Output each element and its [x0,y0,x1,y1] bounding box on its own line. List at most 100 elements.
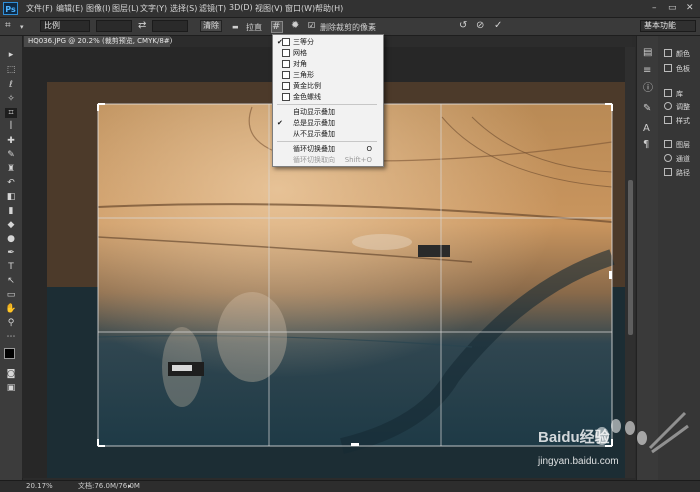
libraries-panel-icon[interactable] [664,89,672,97]
ratio-select[interactable]: 比例 [40,20,90,32]
type-tool-icon[interactable]: T [5,262,17,272]
menu-bar: Ps 文件(F) 编辑(E) 图像(I) 图层(L) 文字(Y) 选择(S) 滤… [0,0,700,18]
zoom-level[interactable]: 20.17% [26,481,53,492]
menu-item-always-show[interactable]: ✔ 总是显示叠加 [273,118,381,128]
menu-help[interactable]: 帮助(H) [315,3,343,14]
color-panel-icon[interactable] [664,49,672,57]
menu-filter[interactable]: 滤镜(T) [199,3,226,14]
menu-item-triangle[interactable]: 三角形 [273,70,381,80]
blur-tool-icon[interactable]: ◆ [5,220,17,230]
stamp-tool-icon[interactable]: ♜ [5,164,17,174]
reset-icon[interactable]: ↺ [459,21,467,31]
delete-cropped-label[interactable]: 删除裁剪的像素 [320,22,376,33]
menu-item-thirds[interactable]: ✔ 三等分 [273,37,381,47]
history-panel-icon[interactable]: ▤ [643,48,652,58]
minimize-icon[interactable]: – [652,3,657,13]
swap-icon[interactable]: ⇄ [138,21,146,31]
magic-wand-icon[interactable]: ✧ [5,94,17,104]
panel-swatches-label[interactable]: 色板 [676,64,690,74]
channels-panel-icon[interactable] [664,154,672,162]
zoom-tool-icon[interactable]: ⚲ [5,318,17,328]
panel-adjustments-label[interactable]: 调整 [676,102,690,112]
menu-edit[interactable]: 编辑(E) [56,3,83,14]
menu-separator [277,141,377,142]
healing-brush-icon[interactable]: ✚ [5,136,17,146]
history-brush-icon[interactable]: ↶ [5,178,17,188]
thirds-icon [282,38,290,46]
styles-panel-icon[interactable] [664,116,672,124]
scrollbar-thumb[interactable] [628,180,633,335]
overlay-options-icon[interactable]: # [271,21,283,33]
panel-layers-label[interactable]: 图层 [676,140,690,150]
status-bar: 20.17% 文档:76.0M/76.0M ▸ [0,480,700,492]
move-tool-icon[interactable]: ▸ [5,50,17,60]
more-tools-icon[interactable]: ⋯ [5,332,17,342]
shape-tool-icon[interactable]: ▭ [5,290,17,300]
foreground-color-swatch[interactable] [4,348,15,359]
crop-tool-icon-active[interactable]: ⌗ [5,108,17,118]
marquee-tool-icon[interactable]: ⬚ [5,65,17,75]
straighten-icon[interactable]: ▬ [232,22,239,32]
menu-layer[interactable]: 图层(L) [112,3,139,14]
adjustments-panel-icon[interactable] [664,102,672,110]
menu-item-grid[interactable]: 网格 [273,48,381,58]
swatches-panel-icon[interactable] [664,64,672,72]
cancel-icon[interactable]: ⊘ [476,21,484,31]
width-input[interactable] [96,20,132,32]
menu-3d[interactable]: 3D(D) [229,3,253,12]
properties-panel-icon[interactable]: ≡ [643,66,651,76]
restore-icon[interactable]: ▭ [668,3,677,13]
workspace-select[interactable]: 基本功能 [640,20,696,32]
quick-mask-icon[interactable]: ◙ [5,369,17,379]
panel-styles-label[interactable]: 样式 [676,116,690,126]
status-arrow-icon[interactable]: ▸ [128,481,132,492]
height-input[interactable] [152,20,188,32]
menu-item-golden-ratio[interactable]: 黄金比例 [273,81,381,91]
panel-paths-label[interactable]: 路径 [676,168,690,178]
panel-channels-label[interactable]: 通道 [676,154,690,164]
brush-panel-icon[interactable]: ✎ [643,104,651,114]
menu-item-diagonal[interactable]: 对角 [273,59,381,69]
brush-tool-icon[interactable]: ✎ [5,150,17,160]
dodge-tool-icon[interactable]: ● [5,234,17,244]
pen-tool-icon[interactable]: ✒ [5,248,17,258]
screen-mode-icon[interactable]: ▣ [5,383,17,393]
path-select-icon[interactable]: ↖ [5,276,17,286]
checkbox-icon[interactable]: ☑ [308,21,315,31]
menu-window[interactable]: 窗口(W) [285,3,315,14]
menu-item-cycle-overlay[interactable]: 循环切换叠加 O [273,144,381,154]
crop-tool-icon[interactable]: ⌗ [5,21,11,31]
panel-libraries-label[interactable]: 库 [676,89,683,99]
photoshop-logo: Ps [3,2,18,15]
menu-item-golden-spiral[interactable]: 金色螺线 [273,92,381,102]
eyedropper-icon[interactable]: ꟾ [5,122,17,132]
panel-color-label[interactable]: 颜色 [676,49,690,59]
hand-tool-icon[interactable]: ✋ [5,304,17,314]
watermark: Baidu经验 jingyan.baidu.com [530,408,690,478]
chevron-down-icon[interactable]: ▾ [20,22,24,32]
menu-item-auto-show[interactable]: 自动显示叠加 [273,107,381,117]
close-icon[interactable]: ✕ [686,3,694,13]
watermark-text: Baidu经验 [538,429,610,446]
menu-file[interactable]: 文件(F) [26,3,53,14]
eraser-tool-icon[interactable]: ◧ [5,192,17,202]
menu-image[interactable]: 图像(I) [86,3,111,14]
gear-icon[interactable]: ✹ [291,21,299,31]
check-icon: ✔ [277,119,283,127]
straighten-label[interactable]: 拉直 [246,22,262,33]
document-tab[interactable]: HQ036.JPG @ 20.2% (裁剪预览, CMYK/8#) [24,36,172,47]
paths-panel-icon[interactable] [664,168,672,176]
menu-select[interactable]: 选择(S) [170,3,197,14]
layers-panel-icon[interactable] [664,140,672,148]
menu-item-never-show[interactable]: 从不显示叠加 [273,129,381,139]
paragraph-panel-icon[interactable]: ¶ [643,140,649,150]
lasso-tool-icon[interactable]: ℓ [5,80,17,90]
commit-icon[interactable]: ✓ [494,21,502,31]
info-panel-icon[interactable]: ⓘ [643,84,653,94]
menu-view[interactable]: 视图(V) [255,3,283,14]
gradient-tool-icon[interactable]: ▮ [5,206,17,216]
character-panel-icon[interactable]: A [643,124,650,134]
menu-type[interactable]: 文字(Y) [140,3,167,14]
golden-spiral-icon [282,93,290,101]
clear-button[interactable]: 清除 [200,20,222,32]
